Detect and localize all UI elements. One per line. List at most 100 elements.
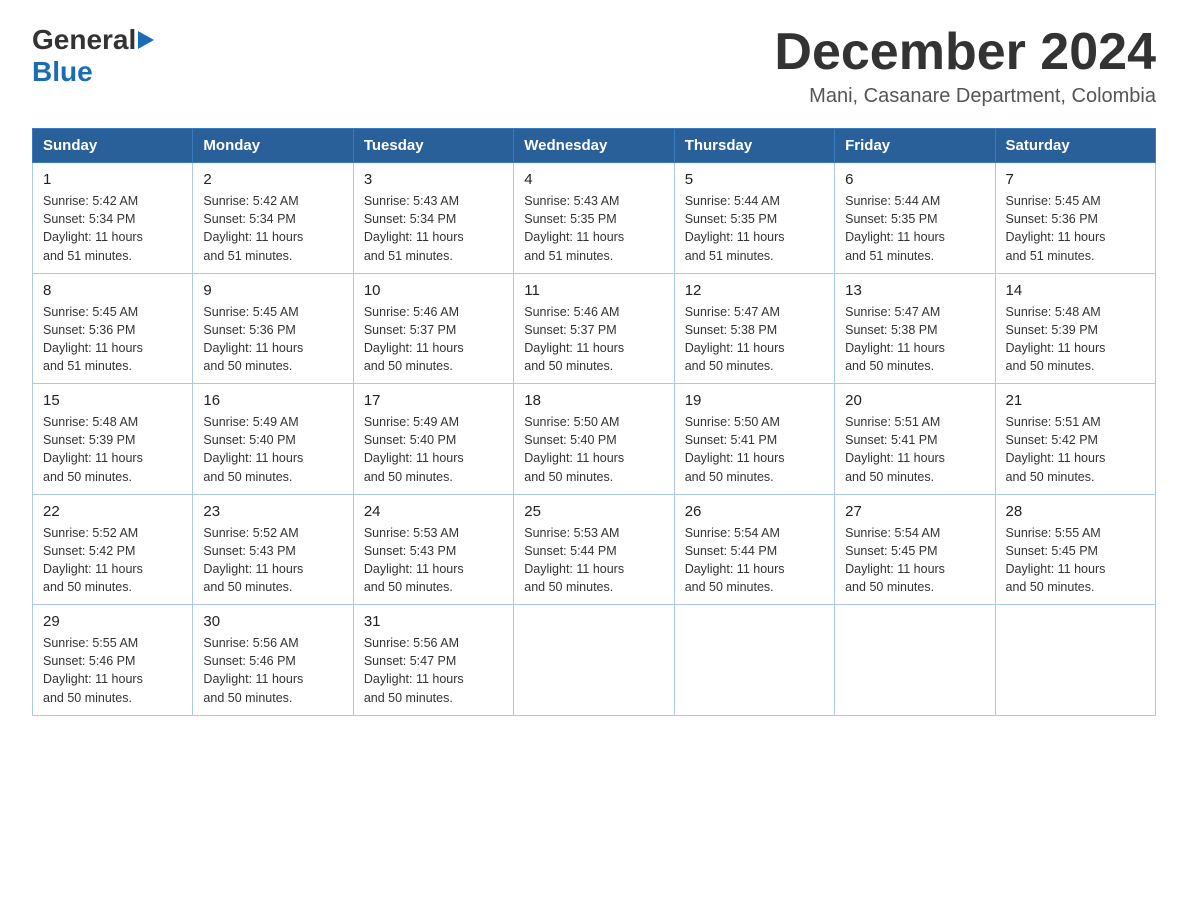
empty-cell xyxy=(674,605,834,716)
day-cell-9: 9 Sunrise: 5:45 AM Sunset: 5:36 PM Dayli… xyxy=(193,273,353,384)
day-info: Sunrise: 5:47 AM Sunset: 5:38 PM Dayligh… xyxy=(845,303,984,376)
day-cell-29: 29 Sunrise: 5:55 AM Sunset: 5:46 PM Dayl… xyxy=(33,605,193,716)
weekday-header-friday: Friday xyxy=(835,129,995,163)
empty-cell xyxy=(995,605,1155,716)
day-number: 18 xyxy=(524,392,663,409)
day-number: 21 xyxy=(1006,392,1145,409)
logo-wrapper: General xyxy=(32,24,156,56)
empty-cell xyxy=(514,605,674,716)
day-cell-31: 31 Sunrise: 5:56 AM Sunset: 5:47 PM Dayl… xyxy=(353,605,513,716)
day-info: Sunrise: 5:53 AM Sunset: 5:44 PM Dayligh… xyxy=(524,524,663,597)
day-number: 8 xyxy=(43,282,182,299)
day-number: 31 xyxy=(364,613,503,630)
day-cell-26: 26 Sunrise: 5:54 AM Sunset: 5:44 PM Dayl… xyxy=(674,494,834,605)
day-cell-7: 7 Sunrise: 5:45 AM Sunset: 5:36 PM Dayli… xyxy=(995,163,1155,274)
day-number: 17 xyxy=(364,392,503,409)
page-header: General Blue December 2024 Mani, Casanar… xyxy=(32,24,1156,108)
day-info: Sunrise: 5:55 AM Sunset: 5:46 PM Dayligh… xyxy=(43,634,182,707)
day-info: Sunrise: 5:56 AM Sunset: 5:47 PM Dayligh… xyxy=(364,634,503,707)
day-info: Sunrise: 5:45 AM Sunset: 5:36 PM Dayligh… xyxy=(1006,192,1145,265)
day-cell-23: 23 Sunrise: 5:52 AM Sunset: 5:43 PM Dayl… xyxy=(193,494,353,605)
day-info: Sunrise: 5:51 AM Sunset: 5:41 PM Dayligh… xyxy=(845,413,984,486)
day-number: 10 xyxy=(364,282,503,299)
day-number: 23 xyxy=(203,503,342,520)
day-info: Sunrise: 5:52 AM Sunset: 5:43 PM Dayligh… xyxy=(203,524,342,597)
month-title: December 2024 xyxy=(774,24,1156,81)
day-cell-8: 8 Sunrise: 5:45 AM Sunset: 5:36 PM Dayli… xyxy=(33,273,193,384)
day-info: Sunrise: 5:54 AM Sunset: 5:45 PM Dayligh… xyxy=(845,524,984,597)
day-cell-25: 25 Sunrise: 5:53 AM Sunset: 5:44 PM Dayl… xyxy=(514,494,674,605)
logo: General Blue xyxy=(32,24,156,88)
title-section: December 2024 Mani, Casanare Department,… xyxy=(774,24,1156,108)
day-cell-28: 28 Sunrise: 5:55 AM Sunset: 5:45 PM Dayl… xyxy=(995,494,1155,605)
day-cell-4: 4 Sunrise: 5:43 AM Sunset: 5:35 PM Dayli… xyxy=(514,163,674,274)
day-info: Sunrise: 5:49 AM Sunset: 5:40 PM Dayligh… xyxy=(364,413,503,486)
day-info: Sunrise: 5:55 AM Sunset: 5:45 PM Dayligh… xyxy=(1006,524,1145,597)
day-info: Sunrise: 5:43 AM Sunset: 5:34 PM Dayligh… xyxy=(364,192,503,265)
day-info: Sunrise: 5:43 AM Sunset: 5:35 PM Dayligh… xyxy=(524,192,663,265)
day-cell-30: 30 Sunrise: 5:56 AM Sunset: 5:46 PM Dayl… xyxy=(193,605,353,716)
day-cell-3: 3 Sunrise: 5:43 AM Sunset: 5:34 PM Dayli… xyxy=(353,163,513,274)
day-number: 26 xyxy=(685,503,824,520)
day-info: Sunrise: 5:56 AM Sunset: 5:46 PM Dayligh… xyxy=(203,634,342,707)
day-cell-17: 17 Sunrise: 5:49 AM Sunset: 5:40 PM Dayl… xyxy=(353,384,513,495)
day-cell-15: 15 Sunrise: 5:48 AM Sunset: 5:39 PM Dayl… xyxy=(33,384,193,495)
day-info: Sunrise: 5:46 AM Sunset: 5:37 PM Dayligh… xyxy=(524,303,663,376)
day-cell-19: 19 Sunrise: 5:50 AM Sunset: 5:41 PM Dayl… xyxy=(674,384,834,495)
weekday-header-saturday: Saturday xyxy=(995,129,1155,163)
day-cell-10: 10 Sunrise: 5:46 AM Sunset: 5:37 PM Dayl… xyxy=(353,273,513,384)
day-info: Sunrise: 5:48 AM Sunset: 5:39 PM Dayligh… xyxy=(1006,303,1145,376)
day-cell-27: 27 Sunrise: 5:54 AM Sunset: 5:45 PM Dayl… xyxy=(835,494,995,605)
day-info: Sunrise: 5:53 AM Sunset: 5:43 PM Dayligh… xyxy=(364,524,503,597)
day-cell-16: 16 Sunrise: 5:49 AM Sunset: 5:40 PM Dayl… xyxy=(193,384,353,495)
week-row-4: 22 Sunrise: 5:52 AM Sunset: 5:42 PM Dayl… xyxy=(33,494,1156,605)
day-number: 12 xyxy=(685,282,824,299)
day-number: 5 xyxy=(685,171,824,188)
day-info: Sunrise: 5:45 AM Sunset: 5:36 PM Dayligh… xyxy=(203,303,342,376)
day-info: Sunrise: 5:42 AM Sunset: 5:34 PM Dayligh… xyxy=(203,192,342,265)
weekday-header-tuesday: Tuesday xyxy=(353,129,513,163)
day-info: Sunrise: 5:47 AM Sunset: 5:38 PM Dayligh… xyxy=(685,303,824,376)
day-number: 29 xyxy=(43,613,182,630)
logo-general-text: General xyxy=(32,24,136,56)
day-number: 2 xyxy=(203,171,342,188)
day-number: 13 xyxy=(845,282,984,299)
day-number: 11 xyxy=(524,282,663,299)
day-number: 9 xyxy=(203,282,342,299)
location-text: Mani, Casanare Department, Colombia xyxy=(774,85,1156,108)
day-number: 3 xyxy=(364,171,503,188)
weekday-header-row: SundayMondayTuesdayWednesdayThursdayFrid… xyxy=(33,129,1156,163)
day-cell-24: 24 Sunrise: 5:53 AM Sunset: 5:43 PM Dayl… xyxy=(353,494,513,605)
day-number: 15 xyxy=(43,392,182,409)
day-cell-1: 1 Sunrise: 5:42 AM Sunset: 5:34 PM Dayli… xyxy=(33,163,193,274)
day-info: Sunrise: 5:52 AM Sunset: 5:42 PM Dayligh… xyxy=(43,524,182,597)
day-info: Sunrise: 5:45 AM Sunset: 5:36 PM Dayligh… xyxy=(43,303,182,376)
day-cell-18: 18 Sunrise: 5:50 AM Sunset: 5:40 PM Dayl… xyxy=(514,384,674,495)
day-cell-2: 2 Sunrise: 5:42 AM Sunset: 5:34 PM Dayli… xyxy=(193,163,353,274)
day-cell-20: 20 Sunrise: 5:51 AM Sunset: 5:41 PM Dayl… xyxy=(835,384,995,495)
day-number: 27 xyxy=(845,503,984,520)
week-row-3: 15 Sunrise: 5:48 AM Sunset: 5:39 PM Dayl… xyxy=(33,384,1156,495)
day-cell-11: 11 Sunrise: 5:46 AM Sunset: 5:37 PM Dayl… xyxy=(514,273,674,384)
day-info: Sunrise: 5:50 AM Sunset: 5:40 PM Dayligh… xyxy=(524,413,663,486)
day-info: Sunrise: 5:50 AM Sunset: 5:41 PM Dayligh… xyxy=(685,413,824,486)
logo-arrow-icon xyxy=(138,31,154,49)
day-info: Sunrise: 5:44 AM Sunset: 5:35 PM Dayligh… xyxy=(685,192,824,265)
day-info: Sunrise: 5:54 AM Sunset: 5:44 PM Dayligh… xyxy=(685,524,824,597)
logo-blue: Blue xyxy=(32,56,93,87)
day-number: 4 xyxy=(524,171,663,188)
logo-blue-text: Blue xyxy=(32,56,93,88)
day-info: Sunrise: 5:44 AM Sunset: 5:35 PM Dayligh… xyxy=(845,192,984,265)
weekday-header-monday: Monday xyxy=(193,129,353,163)
day-number: 1 xyxy=(43,171,182,188)
day-number: 20 xyxy=(845,392,984,409)
weekday-header-sunday: Sunday xyxy=(33,129,193,163)
week-row-5: 29 Sunrise: 5:55 AM Sunset: 5:46 PM Dayl… xyxy=(33,605,1156,716)
day-number: 16 xyxy=(203,392,342,409)
day-info: Sunrise: 5:46 AM Sunset: 5:37 PM Dayligh… xyxy=(364,303,503,376)
week-row-1: 1 Sunrise: 5:42 AM Sunset: 5:34 PM Dayli… xyxy=(33,163,1156,274)
weekday-header-wednesday: Wednesday xyxy=(514,129,674,163)
day-cell-14: 14 Sunrise: 5:48 AM Sunset: 5:39 PM Dayl… xyxy=(995,273,1155,384)
day-number: 14 xyxy=(1006,282,1145,299)
calendar-table: SundayMondayTuesdayWednesdayThursdayFrid… xyxy=(32,128,1156,716)
